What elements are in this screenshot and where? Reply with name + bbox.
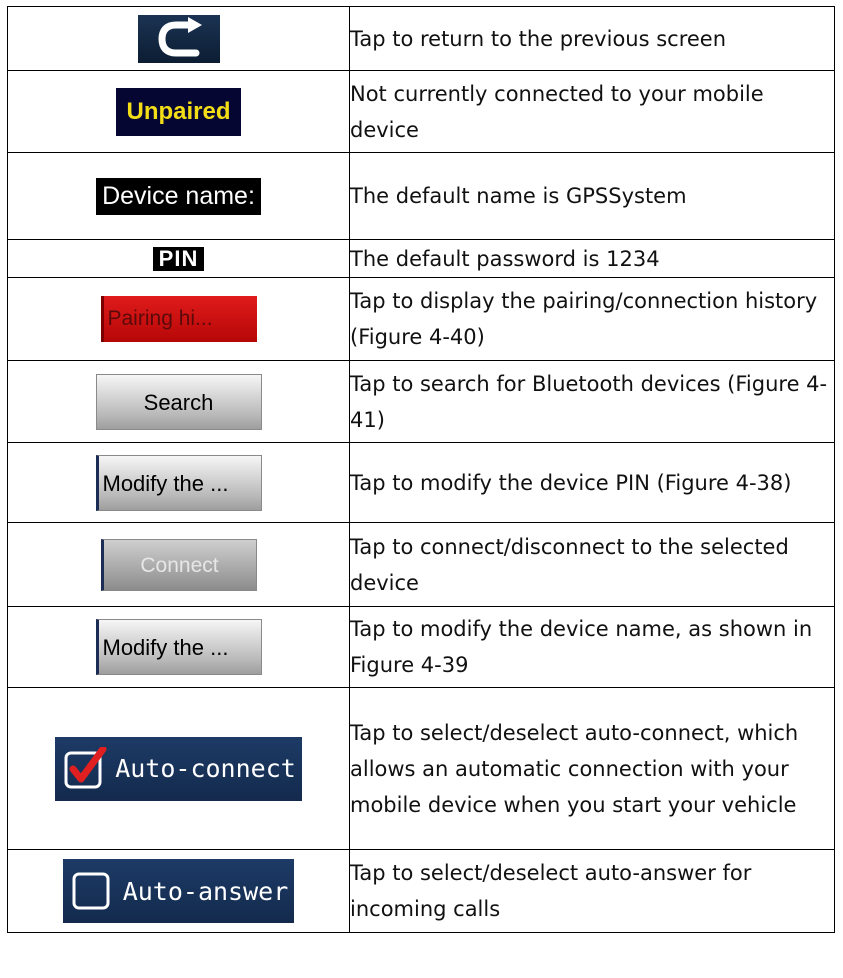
description: Tap to modify the device PIN (Figure 4-3… <box>349 442 835 523</box>
table-row: Unpaired Not currently connected to your… <box>7 70 835 153</box>
description: The default name is GPSSystem <box>349 152 835 240</box>
icon-cell: Pairing hi... <box>7 277 350 361</box>
icon-cell: Search <box>7 360 350 443</box>
back-arrow-icon <box>157 16 202 56</box>
description: Not currently connected to your mobile d… <box>349 70 835 153</box>
icon-cell: Unpaired <box>7 70 350 153</box>
table-row: Search Tap to search for Bluetooth devic… <box>7 360 835 443</box>
icon-cell: Auto-answer <box>7 849 350 933</box>
table-row: Pairing hi... Tap to display the pairing… <box>7 277 835 361</box>
device-name-label: Device name: <box>96 177 261 215</box>
description: The default password is 1234 <box>349 239 835 278</box>
icon-cell: Modify the ... <box>7 606 350 688</box>
unchecked-checkbox-icon <box>71 869 115 913</box>
description: Tap to return to the previous screen <box>349 6 835 71</box>
button-reference-table: Tap to return to the previous screen Unp… <box>7 6 835 933</box>
auto-answer-label: Auto-answer <box>122 876 289 906</box>
description: Tap to display the pairing/connection hi… <box>349 277 835 361</box>
back-button[interactable] <box>137 14 220 63</box>
table-row: Tap to return to the previous screen <box>7 6 835 71</box>
icon-cell: Modify the ... <box>7 442 350 523</box>
icon-cell: PIN <box>7 239 350 278</box>
table-row: Auto-connect Tap to select/deselect auto… <box>7 687 835 850</box>
icon-cell: Device name: <box>7 152 350 240</box>
description: Tap to select/deselect auto-answer for i… <box>349 849 835 933</box>
icon-cell: Connect <box>7 522 350 607</box>
table-row: Modify the ... Tap to modify the device … <box>7 442 835 523</box>
table-row: Modify the ... Tap to modify the device … <box>7 606 835 688</box>
table-row: Device name: The default name is GPSSyst… <box>7 152 835 240</box>
pairing-history-button[interactable]: Pairing hi... <box>100 296 257 342</box>
table-row: Connect Tap to connect/disconnect to the… <box>7 522 835 607</box>
checked-checkbox-icon <box>63 746 107 791</box>
description: Tap to connect/disconnect to the selecte… <box>349 522 835 607</box>
icon-cell: Auto-connect <box>7 687 350 850</box>
table-row: Auto-answer Tap to select/deselect auto-… <box>7 849 835 933</box>
unpaired-status-badge: Unpaired <box>116 87 241 136</box>
auto-answer-toggle[interactable]: Auto-answer <box>62 859 295 923</box>
pin-label: PIN <box>152 246 205 271</box>
modify-device-name-button[interactable]: Modify the ... <box>95 619 262 675</box>
description: Tap to select/deselect auto-connect, whi… <box>349 687 835 850</box>
description: Tap to modify the device name, as shown … <box>349 606 835 688</box>
auto-connect-toggle[interactable]: Auto-connect <box>55 736 302 801</box>
connect-button[interactable]: Connect <box>100 538 257 591</box>
icon-cell <box>7 6 350 71</box>
modify-pin-button[interactable]: Modify the ... <box>95 454 262 511</box>
auto-connect-label: Auto-connect <box>115 754 296 783</box>
description: Tap to search for Bluetooth devices (Fig… <box>349 360 835 443</box>
table-row: PIN The default password is 1234 <box>7 239 835 278</box>
search-button[interactable]: Search <box>95 373 262 430</box>
